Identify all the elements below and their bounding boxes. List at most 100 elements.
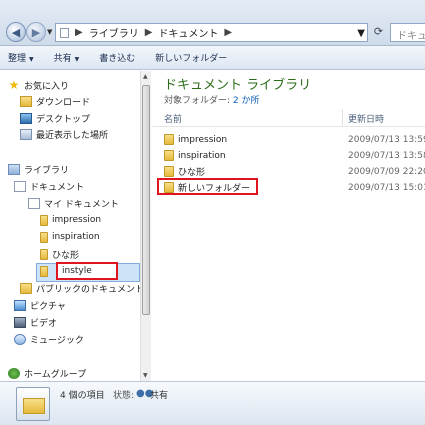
command-bar: 整理 ▼ 共有 ▼ 書き込む 新しいフォルダー <box>0 46 425 70</box>
shared-users-icon: ●● <box>136 388 154 399</box>
folder-icon <box>164 150 174 161</box>
refresh-icon: ⟳ <box>373 25 384 38</box>
nav-recent-label: 最近表示した場所 <box>36 130 109 141</box>
nav-downloads-label: ダウンロード <box>36 97 91 108</box>
state-value: 共有 <box>150 391 169 401</box>
nav-pictures-label: ピクチャ <box>30 301 66 312</box>
breadcrumb-libraries[interactable]: ライブラリ <box>89 25 139 40</box>
nav-recent-places[interactable]: 最近表示した場所 <box>20 126 108 142</box>
file-row[interactable]: impression 2009/07/13 13:59 <box>164 132 425 147</box>
search-placeholder: ドキュメ... <box>397 31 425 42</box>
burn-label: 書き込む <box>99 54 136 64</box>
chevron-down-icon: ▼ <box>74 56 80 63</box>
homegroup-icon <box>8 367 20 379</box>
library-subtitle: 対象フォルダー: 2 か所 <box>164 93 260 106</box>
documents-library-icon <box>14 180 26 192</box>
nav-my-documents[interactable]: マイ ドキュメント <box>28 195 119 211</box>
nav-libraries-label: ライブラリ <box>24 165 70 176</box>
share-button[interactable]: 共有 ▼ <box>54 51 80 64</box>
navigation-scrollbar[interactable]: ▲ ▼ <box>140 71 151 381</box>
public-folder-icon <box>20 282 32 294</box>
file-name: inspiration <box>178 150 226 161</box>
music-icon <box>14 333 26 345</box>
folder-icon <box>164 166 174 177</box>
address-history-dropdown-icon[interactable]: ▼ <box>357 28 365 39</box>
nav-hinagata-label: ひな形 <box>52 250 80 261</box>
folder-icon <box>40 265 48 277</box>
scroll-down-icon[interactable]: ▼ <box>143 372 148 379</box>
new-folder-highlight <box>157 178 258 195</box>
chevron-right-icon[interactable]: ▶ <box>145 27 153 38</box>
column-divider[interactable] <box>342 109 343 127</box>
nav-favorites[interactable]: ★ お気に入り <box>8 77 69 93</box>
back-button[interactable]: ◀ <box>6 22 26 42</box>
refresh-button[interactable]: ⟳ <box>371 25 386 40</box>
address-bar[interactable]: ▶ ライブラリ ▶ ドキュメント ▶ ▼ <box>55 23 368 42</box>
file-list-pane: ドキュメント ライブラリ 対象フォルダー: 2 か所 名前 更新日時 impre… <box>152 71 425 381</box>
library-title: ドキュメント ライブラリ <box>164 78 312 93</box>
arrow-right-icon: ▶ <box>31 25 41 39</box>
column-header-date[interactable]: 更新日時 <box>348 112 384 125</box>
star-icon: ★ <box>8 77 20 92</box>
nav-libraries[interactable]: ライブラリ <box>8 161 69 177</box>
folder-icon <box>164 134 174 145</box>
nav-documents-label: ドキュメント <box>30 182 85 193</box>
nav-videos-label: ビデオ <box>30 318 58 329</box>
burn-button[interactable]: 書き込む <box>99 51 135 64</box>
column-header-row: 名前 更新日時 <box>152 109 425 127</box>
nav-impression-label: impression <box>52 215 102 225</box>
file-row[interactable]: inspiration 2009/07/13 13:58 <box>164 148 425 163</box>
pictures-icon <box>14 299 26 311</box>
nav-desktop-label: デスクトップ <box>36 114 91 125</box>
library-small-icon <box>60 27 69 38</box>
rename-input-value: instyle <box>62 266 92 276</box>
nav-public-documents[interactable]: パブリックのドキュメント <box>20 280 140 296</box>
new-folder-label: 新しいフォルダー <box>155 54 228 64</box>
folder-icon <box>40 231 48 243</box>
nav-folder-instyle[interactable] <box>40 263 48 279</box>
recent-pages-dropdown-icon[interactable]: ▼ <box>47 28 52 36</box>
nav-downloads[interactable]: ダウンロード <box>20 93 90 109</box>
scrollbar-thumb[interactable] <box>142 85 150 315</box>
file-date: 2009/07/13 13:59 <box>348 134 425 145</box>
nav-music[interactable]: ミュージック <box>14 331 84 347</box>
file-date: 2009/07/09 22:20 <box>348 166 425 177</box>
file-date: 2009/07/13 15:01 <box>348 182 425 193</box>
scroll-up-icon[interactable]: ▲ <box>143 73 148 80</box>
nav-videos[interactable]: ビデオ <box>14 314 57 330</box>
file-row[interactable]: ひな形 2009/07/09 22:20 <box>164 164 425 179</box>
recent-places-icon <box>20 128 32 140</box>
rename-input-instyle[interactable]: instyle <box>56 262 118 280</box>
library-icon <box>8 163 20 175</box>
nav-folder-inspiration[interactable]: inspiration <box>40 229 100 245</box>
nav-desktop[interactable]: デスクトップ <box>20 110 90 126</box>
nav-my-documents-label: マイ ドキュメント <box>44 199 119 210</box>
explorer-window: ◀ ▶ ▼ ▶ ライブラリ ▶ ドキュメント ▶ ▼ ⟳ ドキュメ... 整理▼… <box>0 0 425 425</box>
forward-button[interactable]: ▶ <box>26 22 46 42</box>
nav-favorites-label: お気に入り <box>24 81 70 92</box>
organize-button[interactable]: 整理 ▼ <box>8 51 34 64</box>
nav-public-documents-label: パブリックのドキュメント <box>36 284 140 295</box>
nav-music-label: ミュージック <box>30 335 84 346</box>
arrow-left-icon: ◀ <box>11 25 21 39</box>
chevron-down-icon: ▼ <box>29 56 34 63</box>
nav-documents[interactable]: ドキュメント <box>14 178 84 194</box>
item-count: 4 個の項目 <box>60 391 105 401</box>
my-documents-icon <box>28 197 40 209</box>
chevron-right-icon[interactable]: ▶ <box>224 27 232 38</box>
locations-link[interactable]: 2 か所 <box>233 96 260 106</box>
file-name: ひな形 <box>178 168 206 178</box>
nav-folder-hinagata[interactable]: ひな形 <box>40 246 79 262</box>
breadcrumb-documents[interactable]: ドキュメント <box>158 25 218 40</box>
new-folder-button[interactable]: 新しいフォルダー <box>155 51 227 64</box>
nav-homegroup[interactable]: ホームグループ <box>8 365 86 381</box>
address-bar-area: ◀ ▶ ▼ ▶ ライブラリ ▶ ドキュメント ▶ ▼ ⟳ ドキュメ... <box>0 0 425 46</box>
navigation-pane: ★ お気に入り ダウンロード デスクトップ 最近表示した場所 ライブラリ ドキュメ… <box>0 71 140 381</box>
search-input[interactable]: ドキュメ... <box>390 23 425 42</box>
nav-pictures[interactable]: ピクチャ <box>14 297 66 313</box>
column-header-name[interactable]: 名前 <box>164 112 182 125</box>
chevron-right-icon[interactable]: ▶ <box>75 27 83 38</box>
share-label: 共有 <box>53 54 72 64</box>
library-large-icon <box>16 387 50 421</box>
nav-folder-impression[interactable]: impression <box>40 212 101 228</box>
